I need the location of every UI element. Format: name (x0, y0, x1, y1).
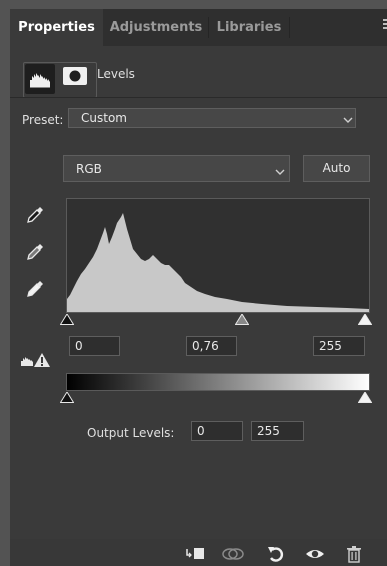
preset-value: Custom (81, 111, 127, 125)
input-midtone-field[interactable]: 0,76 (186, 336, 237, 356)
menu-icon[interactable] (383, 19, 387, 33)
properties-panel: Properties Adjustments Libraries Levels … (10, 9, 387, 566)
white-output-slider[interactable] (357, 391, 373, 403)
tab-separator (289, 17, 290, 38)
tab-adjustments[interactable]: Adjustments (104, 9, 208, 46)
output-white-field[interactable]: 255 (251, 421, 304, 441)
output-levels-label: Output Levels: (87, 426, 175, 440)
layer-mask-icon[interactable] (63, 67, 87, 85)
levels-adjustment-icon[interactable] (25, 64, 55, 94)
midtone-input-slider[interactable] (234, 313, 250, 325)
channel-dropdown[interactable]: RGB (63, 155, 290, 182)
input-white-field[interactable]: 255 (313, 336, 365, 356)
black-input-slider[interactable] (59, 313, 75, 325)
trash-icon[interactable] (344, 545, 364, 563)
adjustment-title: Levels (97, 67, 135, 81)
chevron-down-icon (275, 165, 285, 175)
input-black-field[interactable]: 0 (69, 336, 120, 356)
output-gradient (66, 373, 370, 391)
preset-dropdown[interactable]: Custom (68, 108, 356, 128)
tab-libraries[interactable]: Libraries (209, 9, 289, 46)
visibility-eye-icon[interactable] (305, 545, 325, 563)
preset-label: Preset: (22, 113, 64, 127)
channel-value: RGB (76, 162, 102, 176)
clipping-warning-icon[interactable] (20, 352, 52, 368)
output-black-field[interactable]: 0 (191, 421, 243, 441)
gray-point-eyedropper-icon[interactable] (24, 241, 46, 263)
black-point-eyedropper-icon[interactable] (24, 204, 46, 226)
view-previous-state-icon[interactable] (222, 545, 244, 563)
histogram-graph (67, 213, 369, 312)
header-divider (10, 97, 387, 98)
white-input-slider[interactable] (357, 313, 373, 325)
tab-properties[interactable]: Properties (10, 9, 103, 46)
chevron-down-icon (343, 113, 353, 123)
histogram (66, 198, 370, 313)
black-output-slider[interactable] (59, 391, 75, 403)
auto-button[interactable]: Auto (303, 155, 370, 182)
white-point-eyedropper-icon[interactable] (24, 278, 46, 300)
reset-icon[interactable] (266, 545, 286, 563)
clip-to-layer-icon[interactable] (185, 545, 205, 563)
tab-strip: Properties Adjustments Libraries (10, 9, 387, 46)
